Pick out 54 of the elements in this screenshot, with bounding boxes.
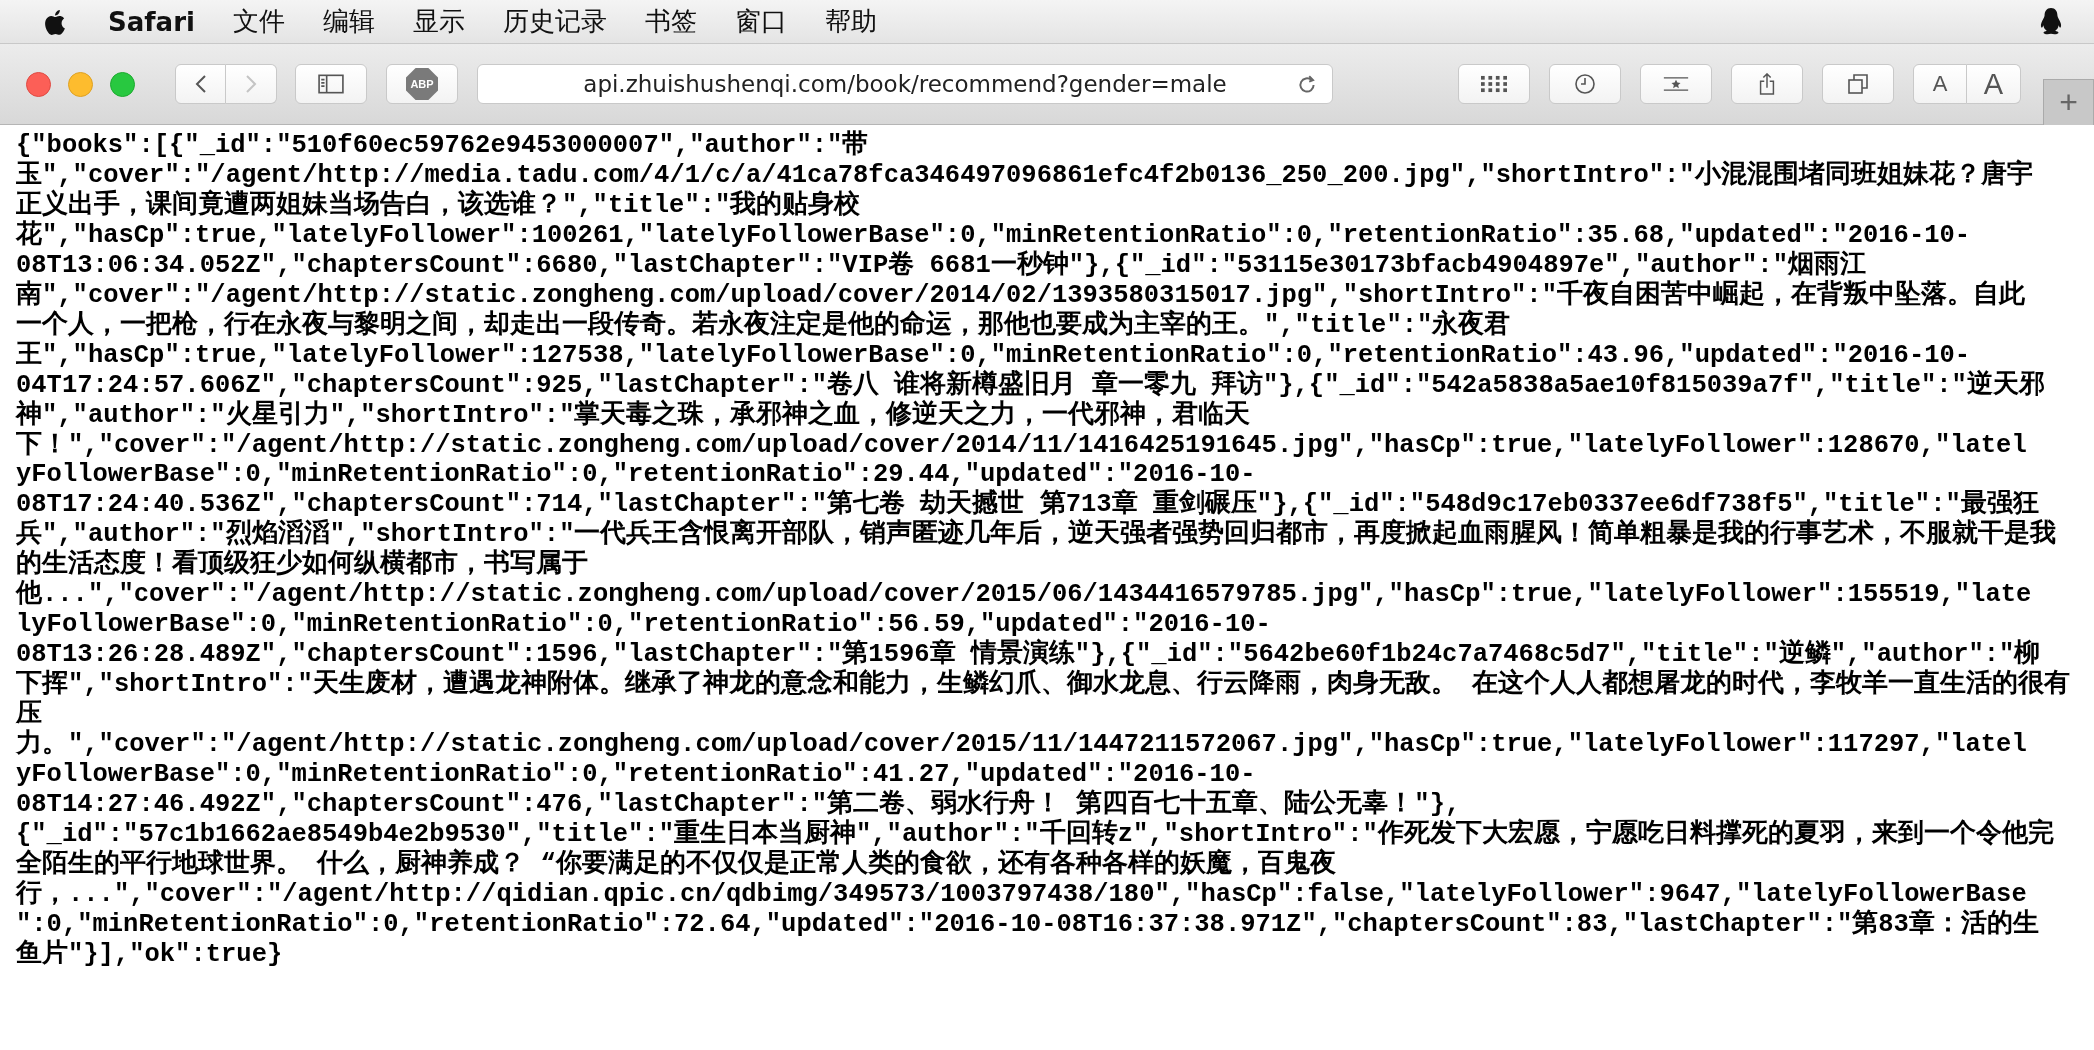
json-text-line: 神","author":"火星引力","shortIntro":"掌天毒之珠，承邪神之血，修逆天之力，一代邪神，君临天 (16, 400, 1251, 431)
json-text-line: 行，...","cover":"/agent/http://qidian.qpic.cn/qdbimg/349573/1003797438/180","hasCp":false,"latelyFollower":9647,"latelyFollowerBase (16, 879, 2027, 909)
json-text-line: 花","hasCp":true,"latelyFollower":100261,"latelyFollowerBase":0,"minRetentionRatio":0,"retentionRatio":35.68,"updated":"2016-10- (16, 220, 1971, 250)
json-text-line: 下！","cover":"/agent/http://static.zongheng.com/upload/cover/2014/11/1416425191645.jpg","hasCp":true,"latelyFollower":128670,"latel (16, 430, 2027, 461)
url-text: api.zhuishushenqi.com/book/recommend?gender=male (583, 71, 1227, 97)
bookmark-button[interactable] (1640, 64, 1712, 104)
json-text-line: 的生活态度！看顶级狂少如何纵横都市，书写属于 (16, 550, 588, 580)
json-text-line: 鱼片"}],"ok":true} (16, 939, 283, 970)
clock-icon (1572, 73, 1598, 95)
json-text-line: 04T17:24:57.606Z","chaptersCount":925,"lastChapter":"卷八 谁将新樽盛旧月 章一零九 拜访"},{"_id":"542a5838a5ae10f815039a7f","title":"逆天邪 (16, 370, 2045, 400)
back-button[interactable] (175, 64, 226, 104)
json-text-line: 正义出手，课间竟遭两姐妹当场告白，该选谁？","title":"我的贴身校 (16, 190, 861, 220)
json-text-line: 南","cover":"/agent/http://static.zongheng.com/upload/cover/2014/02/1393580315017.jpg","shortIntro":"千夜自困苦中崛起，在背叛中坠落。自此 (16, 280, 2025, 310)
json-text-line: 王","hasCp":true,"latelyFollower":127538,"latelyFollowerBase":0,"minRetentionRatio":0,"retentionRatio":43.96,"updated":"2016-10- (16, 340, 1971, 370)
address-bar[interactable]: api.zhuishushenqi.com/book/recommend?gender=male (477, 64, 1333, 104)
forward-icon (245, 74, 257, 94)
history-button[interactable] (1549, 64, 1621, 104)
apple-logo-icon (42, 7, 66, 36)
json-text-line: ":0,"minRetentionRatio":0,"retentionRatio":72.64,"updated":"2016-10-08T16:37:38.971Z","chaptersCount":83,"lastChapter":"第83章：活的生 (16, 909, 2039, 939)
share-button[interactable] (1731, 64, 1803, 104)
decrease-text-button[interactable]: A (1913, 64, 1967, 104)
top-sites-button[interactable] (1458, 64, 1530, 104)
sidebar-button[interactable] (295, 64, 367, 104)
tabs-button[interactable] (1822, 64, 1894, 104)
adblock-icon: ABP (406, 68, 438, 100)
close-button[interactable] (26, 71, 51, 97)
app-menu[interactable]: Safari (108, 6, 195, 37)
json-text-line: yFollowerBase":0,"minRetentionRatio":0,"retentionRatio":41.27,"updated":"2016-10- (16, 760, 1256, 789)
menu-item[interactable]: 窗口 (734, 4, 787, 39)
menu-item[interactable]: 历史记录 (502, 4, 607, 39)
json-text-line: 压 (16, 700, 42, 730)
back-icon (194, 74, 207, 94)
penguin-icon[interactable] (2038, 6, 2064, 37)
menu-item[interactable]: 编辑 (322, 4, 375, 39)
json-text-line: 他...","cover":"/agent/http://static.zongheng.com/upload/cover/2015/06/1434416579785.jpg","hasCp":true,"latelyFollower":155519,"late (16, 580, 2032, 611)
json-text-line: 08T13:06:34.052Z","chaptersCount":6680,"lastChapter":"VIP卷 6681一秒钟"},{"_id":"53115e30173bfacb4904897e","author":"烟雨江 (16, 250, 1866, 280)
json-text-line: yFollowerBase":0,"minRetentionRatio":0,"retentionRatio":29.44,"updated":"2016-10- (16, 460, 1256, 490)
adblock-button[interactable]: ABP (386, 64, 458, 104)
menu-item[interactable]: 显示 (412, 4, 465, 39)
json-text-line: 玉","cover":"/agent/http://media.tadu.com/4/1/c/a/41ca78fca346497096861efc4f2b0136_250_200.jpg","shortIntro":"小混混围堵同班姐妹花？唐宇 (16, 160, 2033, 190)
sidebar-icon (318, 73, 344, 95)
json-text-line: 下挥","shortIntro":"天生废材，遭遇龙神附体。继承了神龙的意念和能力，生鳞幻爪、御水龙息、行云降雨，肉身无敌。 在这个人人都想屠龙的时代，李牧羊一直生活的很有 (16, 670, 2071, 700)
menu-item[interactable]: 帮助 (824, 4, 877, 39)
json-text-line: 全陌生的平行地球世界。 什么，厨神养成？ “你要满足的不仅仅是正常人类的食欲，还有各种各样的妖魔，百鬼夜 (16, 849, 1336, 880)
json-text-line: 力。","cover":"/agent/http://static.zongheng.com/upload/cover/2015/11/1447211572067.jpg","hasCp":true,"latelyFollower":117297,"latel (16, 730, 2027, 760)
grid-icon (1481, 73, 1507, 95)
json-text-line: {"_id":"57c1b1662ae8549b4e2b9530","title":"重生日本当厨神","author":"千回转z","shortIntro":"作死发下大宏愿，宁愿吃日料撑死的夏羽，来到一个令他完 (16, 819, 2054, 849)
increase-text-button[interactable]: A (1967, 64, 2021, 104)
menu-item[interactable]: 文件 (232, 4, 285, 39)
tabs-icon (1845, 73, 1871, 95)
json-text-line: 08T14:27:46.492Z","chaptersCount":476,"lastChapter":"第二卷、弱水行舟！ 第四百七十五章、陆公无辜！"}, (16, 789, 1461, 819)
json-text-line: {"books":[{"_id":"510f60ec59762e9453000007","author":"带 (16, 131, 869, 161)
json-text-line: 一个人，一把枪，行在永夜与黎明之间，却走出一段传奇。若永夜注定是他的命运，那他也要成为主宰的王。","title":"永夜君 (16, 310, 1511, 341)
menu-item[interactable]: 书签 (644, 4, 697, 39)
